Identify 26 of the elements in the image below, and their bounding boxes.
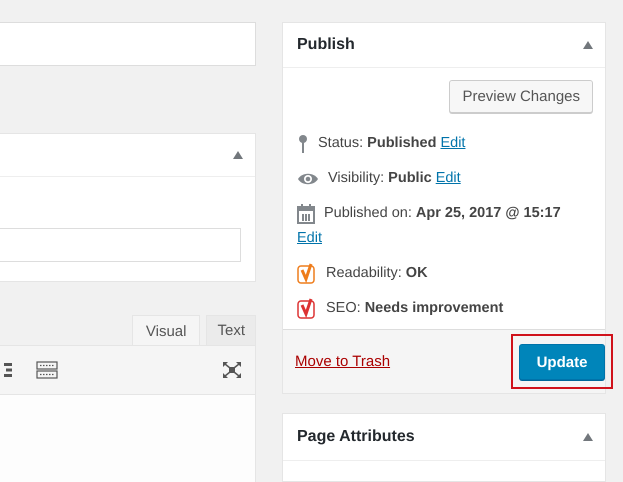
edit-link[interactable]: Edit [440,131,466,156]
status-text: Published on: Apr 25, 2017 @ 15:17 [324,204,561,223]
calendar-icon [297,204,315,224]
editor-tab[interactable]: Visual [132,315,200,346]
status-text: Visibility: Public [328,169,432,188]
panel-title: Publish [297,36,355,54]
input-field[interactable] [0,228,241,262]
update-button[interactable]: Update [519,344,605,380]
edit-link[interactable]: Edit [436,166,461,191]
status-text: Status: Published [318,134,436,153]
move-to-trash-link[interactable]: Move to Trash [295,353,390,370]
editor-tab[interactable]: Text [206,315,256,345]
preview-changes-button[interactable]: Preview Changes [449,80,593,113]
status-text: Readability: OK [326,264,428,283]
caret-icon[interactable] [233,151,243,159]
eye-icon [297,172,319,186]
keyboard-icon[interactable] [36,361,58,379]
panel-title: Page Attributes [297,428,415,446]
caret-icon[interactable] [583,41,593,49]
status-text: SEO: Needs improvement [326,299,504,318]
fullscreen-icon[interactable] [223,362,241,378]
list-icon[interactable] [4,363,12,377]
caret-icon[interactable] [583,433,593,441]
title-field[interactable] [0,22,256,66]
edit-link[interactable]: Edit [297,226,322,251]
pin-icon [297,134,309,154]
